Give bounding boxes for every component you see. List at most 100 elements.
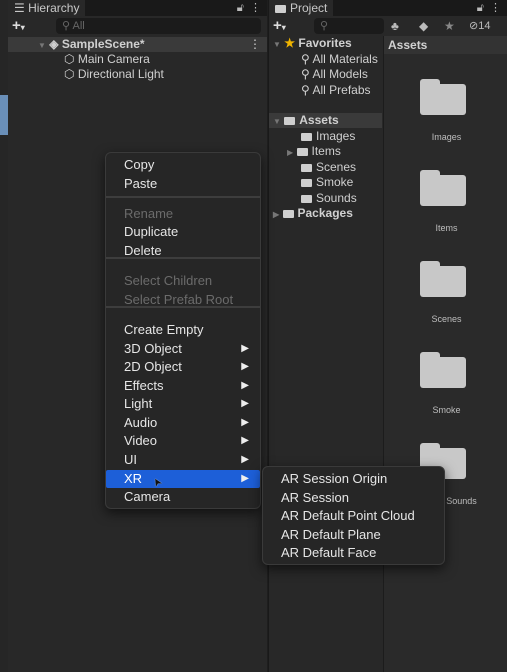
favorite-item[interactable]: ⚲ All Materials: [301, 52, 378, 67]
menu-item-label: Video: [124, 433, 158, 448]
favorite-item[interactable]: ⚲ All Models: [301, 67, 368, 82]
folder-icon: [296, 148, 308, 156]
submenu-arrow-icon: ▶: [241, 435, 249, 446]
submenu-arrow-icon: ▶: [241, 473, 249, 484]
hierarchy-tab[interactable]: ☰ Hierarchy: [8, 0, 86, 16]
create-button[interactable]: +▾: [12, 17, 25, 34]
xr-menu-item[interactable]: AR Session Origin: [263, 470, 444, 488]
open-folder-icon: [284, 117, 296, 125]
folder-icon: [301, 164, 312, 172]
folder-icon: [301, 195, 312, 203]
create-button[interactable]: +▾: [273, 17, 286, 34]
menu-item-label: XR: [124, 471, 143, 486]
submenu-arrow-icon: ▶: [241, 343, 249, 354]
menu-item-label: Copy: [124, 157, 155, 172]
lock-icon[interactable]: 🔓︎: [237, 2, 244, 14]
xr-menu-item[interactable]: AR Session: [263, 489, 444, 507]
folder-tile-label: Scenes: [431, 314, 462, 324]
menu-item-copy[interactable]: Copy: [106, 156, 260, 174]
menu-item-ui[interactable]: UI ▶: [106, 451, 260, 469]
menu-item-xr[interactable]: XR ▶ ➤: [106, 470, 260, 489]
packages-row[interactable]: ▶ Packages: [273, 206, 353, 222]
folder-icon: [282, 210, 294, 218]
more-icon[interactable]: ⋮: [490, 2, 501, 14]
list-icon: ☰: [14, 1, 29, 15]
asset-folder[interactable]: ▶ Items: [287, 144, 341, 160]
assets-row[interactable]: ▼ Assets: [273, 113, 339, 129]
hidden-packages-toggle[interactable]: ⊘14: [469, 19, 490, 32]
menu-item-audio[interactable]: Audio ▶: [106, 414, 260, 432]
folder-icon: [275, 5, 286, 13]
label-filter-icon[interactable]: ◆: [419, 19, 428, 33]
star-icon[interactable]: ★: [444, 19, 455, 33]
submenu-arrow-icon: ▶: [241, 380, 249, 391]
eye-slash-icon: ⊘: [469, 20, 479, 32]
folder-icon: [301, 133, 312, 141]
hierarchy-item[interactable]: ⬡ Main Camera: [64, 52, 150, 67]
menu-item-create-empty[interactable]: Create Empty: [106, 321, 260, 339]
favorite-item[interactable]: ⚲ All Prefabs: [301, 83, 371, 98]
project-panel: Project 🔓︎ ⋮ +▾ ⚲ ♣ ◆ ★ ⊘14 ▼ ★ Favorite…: [268, 0, 507, 672]
xr-menu-item[interactable]: AR Default Point Cloud: [263, 507, 444, 525]
submenu-arrow-icon: ▶: [241, 417, 249, 428]
menu-item-rename: Rename: [106, 205, 260, 223]
submenu-arrow-icon: ▶: [241, 398, 249, 409]
hierarchy-search-input[interactable]: ⚲ All: [56, 18, 261, 34]
menu-item-3d-object[interactable]: 3D Object ▶: [106, 340, 260, 358]
folder-tile-icon[interactable]: [420, 261, 466, 297]
search-icon: ⚲: [301, 52, 310, 66]
folder-tile-icon[interactable]: [420, 170, 466, 206]
project-search-input[interactable]: ⚲: [314, 18, 384, 34]
xr-menu-item[interactable]: AR Default Face: [263, 544, 444, 562]
asset-folder[interactable]: Smoke: [301, 175, 353, 190]
menu-item-label: Light: [124, 396, 153, 411]
folder-tile-icon[interactable]: [420, 79, 466, 115]
folder-tile-icon[interactable]: [420, 352, 466, 388]
menu-item-camera[interactable]: Camera: [106, 488, 260, 506]
menu-item-label: Audio: [124, 415, 158, 430]
xr-menu-item[interactable]: AR Default Plane: [263, 526, 444, 544]
folder-tile-label: Images: [431, 132, 462, 142]
menu-item-duplicate[interactable]: Duplicate: [106, 223, 260, 241]
unity-scene-icon: ◈: [49, 37, 59, 51]
folder-tile-label: Smoke: [432, 405, 461, 415]
menu-item-select-prefab-root: Select Prefab Root: [106, 291, 260, 309]
menu-item-label: Select Children: [124, 273, 213, 288]
scene-more-icon[interactable]: ⋮: [249, 37, 261, 52]
menu-item-video[interactable]: Video ▶: [106, 432, 260, 450]
lock-icon[interactable]: 🔓︎: [477, 2, 484, 14]
asset-grid: Assets Images Items Scenes Smoke Sounds: [383, 36, 507, 672]
project-tree: ▼ ★ Favorites ⚲ All Materials ⚲ All Mode…: [269, 36, 382, 672]
hierarchy-item[interactable]: ⬡ Directional Light: [64, 67, 164, 82]
menu-item-effects[interactable]: Effects ▶: [106, 377, 260, 395]
gameobject-icon: ⬡: [64, 67, 75, 81]
menu-item-label: Rename: [124, 206, 174, 221]
menu-item-light[interactable]: Light ▶: [106, 395, 260, 413]
menu-item-paste[interactable]: Paste: [106, 175, 260, 193]
menu-item-2d-object[interactable]: 2D Object ▶: [106, 358, 260, 376]
folder-icon: [301, 179, 312, 187]
menu-item-select-children: Select Children: [106, 272, 260, 290]
submenu-arrow-icon: ▶: [241, 454, 249, 465]
menu-item-delete[interactable]: Delete: [106, 242, 260, 260]
submenu-arrow-icon: ▶: [241, 361, 249, 372]
search-icon: ⚲: [301, 67, 310, 81]
menu-item-label: 3D Object: [124, 341, 182, 356]
expand-arrow-icon[interactable]: ▶: [287, 148, 293, 157]
xr-submenu: AR Session Origin AR Session AR Default Po…: [262, 466, 445, 565]
asset-folder[interactable]: Sounds: [301, 191, 357, 206]
favorites-row[interactable]: ▼ ★ Favorites: [273, 36, 352, 52]
type-filter-icon[interactable]: ♣: [391, 19, 399, 33]
menu-item-label: Paste: [124, 176, 158, 191]
asset-folder[interactable]: Images: [301, 129, 355, 144]
asset-folder[interactable]: Scenes: [301, 160, 356, 175]
grid-header: Assets: [384, 36, 507, 54]
menu-separator: [106, 196, 260, 198]
menu-item-label: Create Empty: [124, 322, 204, 337]
project-tab[interactable]: Project: [269, 0, 334, 16]
search-icon: ⚲: [301, 83, 310, 97]
context-menu: Copy Paste Rename Duplicate Delete Select Chi…: [105, 152, 261, 509]
menu-item-label: 2D Object: [124, 359, 182, 374]
scene-row[interactable]: ▼ ◈ SampleScene*: [38, 37, 145, 53]
more-icon[interactable]: ⋮: [250, 2, 261, 14]
